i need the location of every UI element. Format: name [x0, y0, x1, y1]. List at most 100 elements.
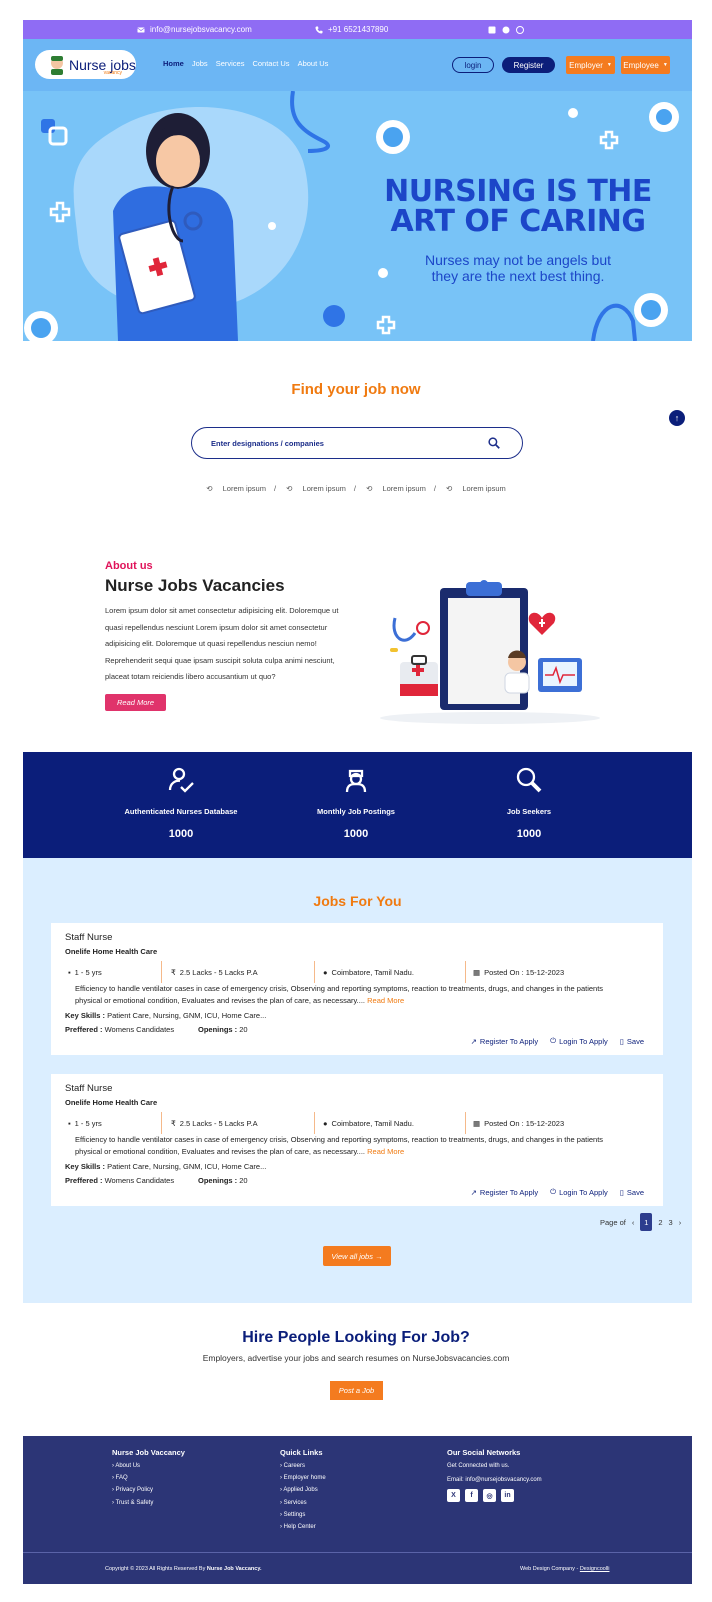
recent-search-item[interactable]: ⟲ Lorem ipsum: [202, 484, 270, 493]
job-salary: ₹2.5 Lacks - 5 Lacks P.A: [171, 963, 258, 981]
register-to-apply-link[interactable]: ↗ Register To Apply: [471, 1036, 539, 1046]
job-experience: ▪ 1 - 5 yrs: [68, 963, 102, 981]
employer-label: Employer: [569, 60, 603, 70]
recent-search-label: Lorem ipsum: [302, 484, 346, 493]
jobs-section: Jobs For You Staff Nurse Onelife Home He…: [23, 858, 692, 1303]
nav-about[interactable]: About Us: [298, 59, 329, 68]
login-button[interactable]: login: [452, 57, 494, 73]
page-1[interactable]: 1: [640, 1213, 653, 1231]
facebook-icon[interactable]: f: [465, 1489, 478, 1502]
design-label: Web Design Company -: [520, 1566, 579, 1572]
about-kicker: About us: [105, 560, 153, 572]
main-navbar: Nurse jobs vacancy Home Jobs Services Co…: [23, 39, 692, 91]
logo-text: Nurse jobs: [69, 56, 136, 73]
footer-link-label: Applied Jobs: [283, 1487, 318, 1494]
search-icon[interactable]: [488, 437, 500, 449]
footer-link-about[interactable]: › About Us: [112, 1463, 185, 1469]
hire-subtitle: Employers, advertise your jobs and searc…: [202, 1353, 510, 1363]
phone-icon: [315, 26, 323, 33]
employer-dropdown[interactable]: Employer ▼: [566, 56, 615, 74]
recent-search-item[interactable]: ⟲ Lorem ipsum: [442, 484, 510, 493]
job-description: Efficiency to handle ventilator cases in…: [65, 1134, 630, 1158]
hero-headline: NURSING IS THE ART OF CARING: [368, 177, 668, 237]
job-card[interactable]: Staff Nurse Onelife Home Health Care ▪ 1 …: [51, 923, 663, 1055]
skills-value: Patient Care, Nursing, GNM, ICU, Home Ca…: [107, 1011, 267, 1020]
save-label: Save: [626, 1187, 644, 1197]
footer-link-applied-jobs[interactable]: › Applied Jobs: [280, 1487, 326, 1493]
page-2[interactable]: 2: [658, 1218, 662, 1227]
footer-link-services[interactable]: › Services: [280, 1500, 326, 1506]
nav-home[interactable]: Home: [163, 59, 184, 68]
post-job-button[interactable]: Post a Job: [330, 1381, 383, 1400]
divider: [465, 1112, 466, 1134]
power-icon: ⏻: [550, 1187, 557, 1196]
save-job-link[interactable]: ▯ Save: [620, 1036, 644, 1046]
footer-link-faq[interactable]: › FAQ: [112, 1475, 185, 1481]
footer-col-social: Our Social Networks Get Connected with u…: [447, 1448, 542, 1502]
linkedin-icon[interactable]: in: [501, 1489, 514, 1502]
footer-email[interactable]: Email: info@nursejobsvacancy.com: [447, 1477, 542, 1483]
job-title[interactable]: Staff Nurse: [65, 1083, 112, 1094]
site-logo[interactable]: Nurse jobs vacancy: [35, 50, 136, 79]
design-company-link[interactable]: Designcoolli: [580, 1566, 610, 1572]
linkedin-icon[interactable]: [488, 26, 496, 34]
job-read-more-link[interactable]: Read More: [367, 996, 404, 1005]
stat-label: Authenticated Nurses Database: [124, 807, 238, 816]
job-title[interactable]: Staff Nurse: [65, 932, 112, 943]
find-job-title: Find your job now: [291, 381, 421, 398]
job-search-input[interactable]: Enter designations / companies: [191, 427, 523, 459]
salary-value: 2.5 Lacks - 5 Lacks P.A: [179, 1118, 258, 1128]
footer-col-title: Nurse Job Vaccancy: [112, 1448, 185, 1457]
job-skills: Key Skills : Patient Care, Nursing, GNM,…: [65, 1011, 266, 1020]
save-job-link[interactable]: ▯ Save: [620, 1187, 644, 1197]
footer-link-help[interactable]: › Help Center: [280, 1524, 326, 1530]
login-to-apply-link[interactable]: ⏻ Login To Apply: [550, 1036, 608, 1046]
pager-label: Page of: [600, 1217, 626, 1227]
site-footer: Nurse Job Vaccancy › About Us › FAQ › Pr…: [23, 1436, 692, 1584]
map-pin-icon: ●: [323, 1118, 328, 1128]
history-icon: ⟲: [286, 484, 293, 493]
skills-value: Patient Care, Nursing, GNM, ICU, Home Ca…: [107, 1162, 267, 1171]
phone-contact[interactable]: +91 6521437890: [315, 25, 388, 34]
recent-search-item[interactable]: ⟲ Lorem ipsum: [362, 484, 430, 493]
x-twitter-icon[interactable]: X: [447, 1489, 460, 1502]
nav-contact[interactable]: Contact Us: [252, 59, 289, 68]
nav-services[interactable]: Services: [216, 59, 245, 68]
power-icon: ⏻: [550, 1036, 557, 1045]
scroll-top-button[interactable]: ↑: [669, 410, 685, 426]
employee-dropdown[interactable]: Employee ▼: [621, 56, 670, 74]
footer-link-privacy[interactable]: › Privacy Policy: [112, 1487, 185, 1493]
chevron-right-icon[interactable]: ›: [679, 1218, 682, 1227]
page-3[interactable]: 3: [669, 1218, 673, 1227]
hero-subtitle-line1: Nurses may not be angels but: [425, 252, 611, 268]
register-to-apply-link[interactable]: ↗ Register To Apply: [471, 1187, 539, 1197]
job-company: Onelife Home Health Care: [65, 947, 158, 956]
nav-jobs[interactable]: Jobs: [192, 59, 208, 68]
instagram-icon[interactable]: ◎: [483, 1489, 496, 1502]
openings-label: Openings :: [198, 1025, 238, 1034]
footer-link-settings[interactable]: › Settings: [280, 1512, 326, 1518]
whatsapp-icon[interactable]: [516, 25, 524, 34]
openings-value: 20: [239, 1176, 248, 1185]
view-all-jobs-button[interactable]: View all jobs →: [323, 1246, 391, 1266]
stat-label: Monthly Job Postings: [317, 807, 395, 816]
description-text: Efficiency to handle ventilator cases in…: [75, 1135, 604, 1156]
job-card[interactable]: Staff Nurse Onelife Home Health Care ▪ 1 …: [51, 1074, 663, 1206]
salary-value: 2.5 Lacks - 5 Lacks P.A: [179, 967, 258, 977]
footer-link-employer-home[interactable]: › Employer home: [280, 1475, 326, 1481]
email-contact[interactable]: info@nursejobsvacancy.com: [137, 25, 252, 34]
register-button[interactable]: Register: [502, 57, 555, 73]
recent-search-item[interactable]: ⟲ Lorem ipsum: [282, 484, 350, 493]
chevron-left-icon[interactable]: ‹: [632, 1218, 635, 1227]
facebook-icon[interactable]: [502, 26, 510, 34]
footer-link-trust[interactable]: › Trust & Safety: [112, 1500, 185, 1506]
mail-icon: [137, 27, 145, 32]
search-placeholder: Enter designations / companies: [211, 438, 324, 448]
footer-link-careers[interactable]: › Careers: [280, 1463, 326, 1469]
about-read-more-button[interactable]: Read More: [105, 693, 167, 711]
hero-headline-line1: NURSING IS THE: [384, 174, 652, 209]
job-read-more-link[interactable]: Read More: [367, 1147, 404, 1156]
about-title: Nurse Jobs Vacancies: [105, 576, 285, 595]
login-to-apply-link[interactable]: ⏻ Login To Apply: [550, 1187, 608, 1197]
history-icon: ⟲: [366, 484, 373, 493]
